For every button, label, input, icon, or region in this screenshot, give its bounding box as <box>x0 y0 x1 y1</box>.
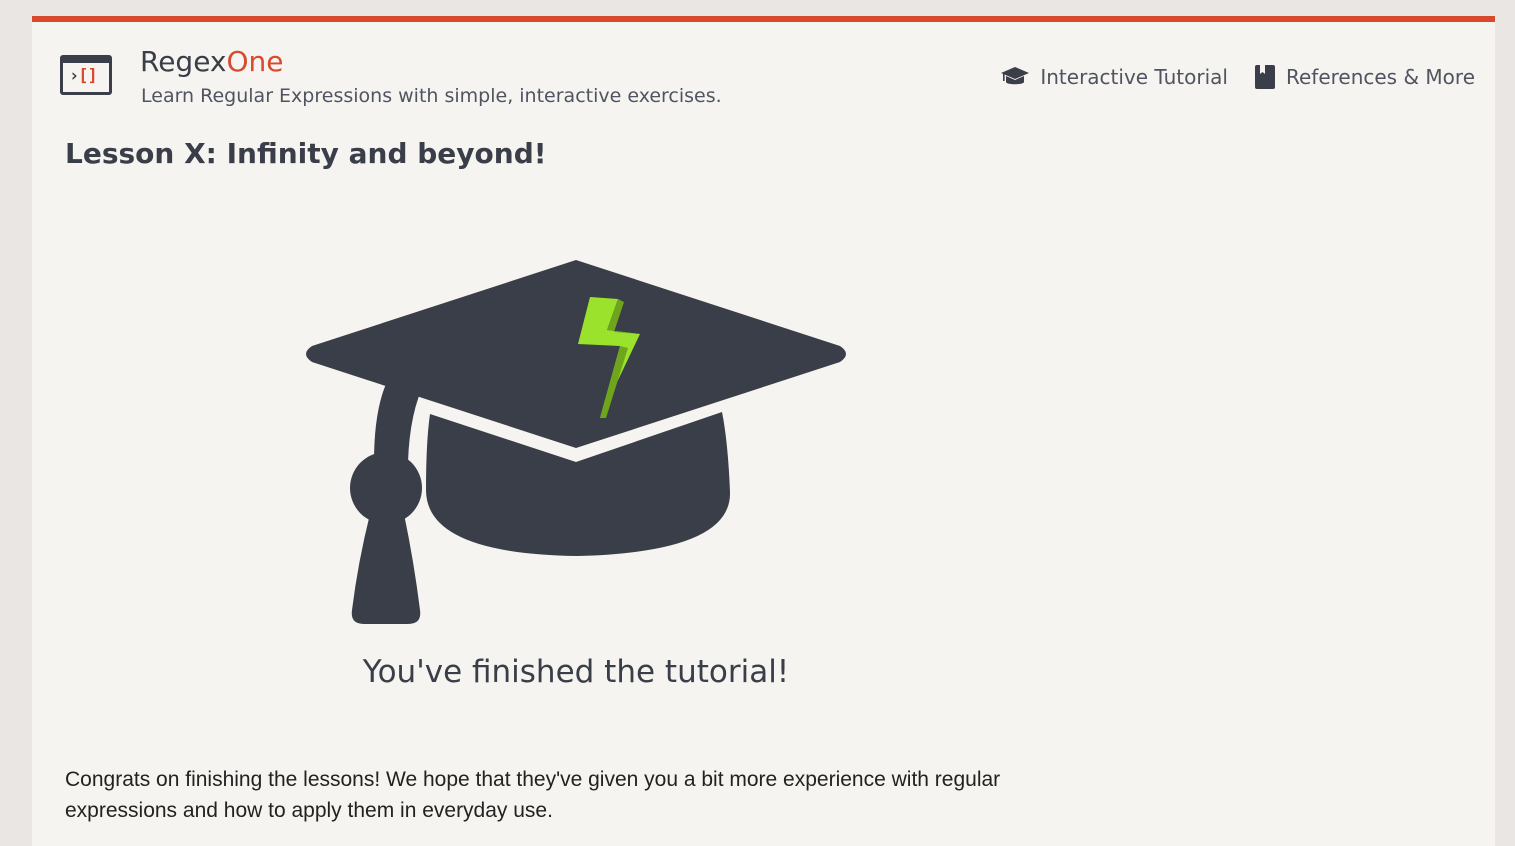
finish-heading: You've finished the tutorial! <box>362 654 790 690</box>
tagline: Learn Regular Expressions with simple, i… <box>141 85 722 107</box>
logo-icon[interactable]: ›[] <box>60 55 112 95</box>
nav-label: Interactive Tutorial <box>1040 65 1228 89</box>
lesson-title: Lesson X: Infinity and beyond! <box>65 137 547 170</box>
nav-interactive-tutorial[interactable]: Interactive Tutorial <box>1000 65 1228 89</box>
page-container: ›[] RegexOne Learn Regular Expressions w… <box>32 16 1495 846</box>
graduation-cap-lightning-icon <box>302 252 852 636</box>
logo-bar <box>63 58 109 63</box>
top-nav: Interactive Tutorial References & More <box>1000 64 1475 90</box>
nav-label: References & More <box>1285 65 1475 89</box>
congrats-paragraph: Congrats on finishing the lessons! We ho… <box>65 768 1001 822</box>
book-icon <box>1254 64 1276 90</box>
brand-prefix: Regex <box>140 45 227 78</box>
graduation-cap-icon <box>1000 65 1030 89</box>
nav-references[interactable]: References & More <box>1254 64 1475 90</box>
brand-suffix: One <box>226 45 284 78</box>
logo-glyphs: ›[] <box>69 66 98 86</box>
brand-title[interactable]: RegexOne <box>140 44 284 80</box>
